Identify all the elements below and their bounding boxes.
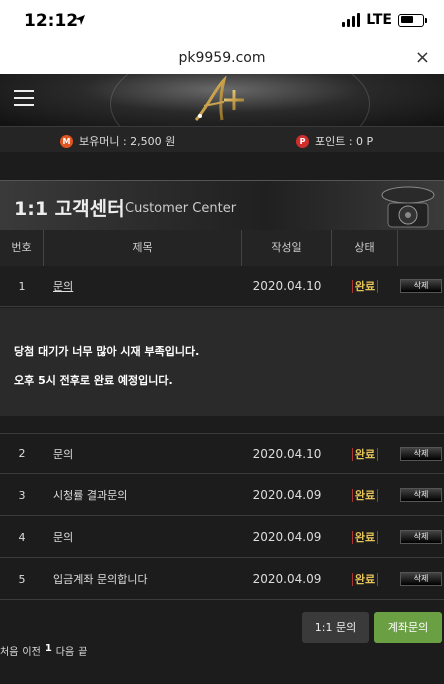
table-row[interactable]: 4 문의 2020.04.09 완료 삭제	[0, 517, 444, 558]
row-date: 2020.04.09	[252, 530, 322, 544]
header-delete	[398, 230, 444, 266]
money-label: 보유머니 : 2,500 원	[79, 135, 176, 148]
delete-button[interactable]: 삭제	[400, 446, 442, 461]
customer-center-banner: 1:1 고객센터 Customer Center	[0, 180, 444, 230]
network-type: LTE	[366, 12, 392, 28]
header-status: 상태	[332, 230, 398, 266]
row-subject[interactable]: 문의	[44, 278, 242, 294]
answer-line: 오후 5시 전후로 완료 예정입니다.	[14, 374, 173, 387]
wallet-bar: M 보유머니 : 2,500 원 P 포인트 : 0 P	[0, 126, 444, 152]
answer-line: 당첨 대기가 너무 많아 시재 부족입니다.	[14, 345, 200, 358]
clock: 12:12	[24, 11, 79, 31]
pager-first[interactable]: 처음	[0, 643, 18, 658]
table-row[interactable]: 2 문의 2020.04.10 완료 삭제	[0, 433, 444, 474]
telephone-icon	[381, 186, 435, 228]
table-header: 번호 제목 작성일 상태	[0, 230, 444, 266]
row-no: 4	[18, 530, 26, 544]
account-inquiry-button[interactable]: 계좌문의	[374, 612, 442, 643]
status-badge: 완료	[332, 446, 398, 462]
pager-prev[interactable]: 이전	[22, 643, 40, 658]
status-badge: 완료	[332, 487, 398, 503]
delete-button[interactable]: 삭제	[400, 530, 442, 544]
delete-button[interactable]: 삭제	[400, 279, 442, 293]
delete-button[interactable]: 삭제	[400, 488, 442, 502]
row-no: 2	[18, 447, 26, 460]
signal-icon	[342, 13, 361, 27]
money-icon: M	[60, 134, 73, 148]
location-arrow-icon	[75, 15, 85, 25]
table-row[interactable]: 3 시청률 결과문의 2020.04.09 완료 삭제	[0, 475, 444, 516]
site-logo-icon[interactable]	[190, 76, 250, 124]
money-balance: M 보유머니 : 2,500 원	[60, 133, 175, 149]
status-bar: 12:12 LTE	[0, 0, 444, 42]
header-date: 작성일	[242, 230, 332, 266]
row-date: 2020.04.10	[252, 446, 322, 461]
status-badge: 완료	[332, 529, 398, 545]
points-label: 포인트 : 0 P	[315, 135, 374, 148]
pagination: 처음 이전 1 다음 끝	[0, 643, 87, 658]
row-date: 2020.04.09	[252, 488, 322, 502]
header-subject: 제목	[44, 230, 242, 266]
pager-next[interactable]: 다음	[56, 643, 74, 658]
battery-icon	[398, 13, 427, 27]
pager-current[interactable]: 1	[45, 643, 52, 658]
site-header	[0, 74, 444, 126]
row-date: 2020.04.10	[252, 279, 322, 293]
row-no: 3	[18, 488, 26, 502]
delete-button[interactable]: 삭제	[400, 572, 442, 586]
url-bar: pk9959.com ×	[0, 42, 444, 74]
page-title: 1:1 고객센터	[14, 198, 125, 220]
row-subject[interactable]: 문의	[44, 529, 242, 545]
row-subject[interactable]: 시청률 결과문의	[44, 487, 242, 503]
points-balance: P 포인트 : 0 P	[296, 133, 373, 149]
row-subject[interactable]: 입금계좌 문의합니다	[44, 571, 242, 587]
status-icons: LTE	[342, 12, 427, 28]
row-subject[interactable]: 문의	[44, 446, 242, 462]
inquiry-button[interactable]: 1:1 문의	[302, 612, 369, 643]
answer-panel: 당첨 대기가 너무 많아 시재 부족입니다. 오후 5시 전후로 완료 예정입니…	[0, 308, 444, 416]
status-badge: 완료	[332, 278, 398, 294]
row-date: 2020.04.09	[252, 572, 322, 586]
pager-last[interactable]: 끝	[78, 643, 87, 658]
header-no: 번호	[0, 230, 44, 266]
table-row[interactable]: 1 문의 2020.04.10 완료 삭제	[0, 266, 444, 307]
row-no: 5	[18, 572, 26, 586]
points-icon: P	[296, 134, 309, 148]
row-no: 1	[18, 279, 26, 293]
close-icon[interactable]: ×	[415, 47, 430, 68]
menu-icon[interactable]	[14, 90, 34, 106]
page-subtitle: Customer Center	[125, 201, 237, 216]
status-badge: 완료	[332, 571, 398, 587]
spacer	[0, 152, 444, 180]
url-text[interactable]: pk9959.com	[0, 50, 444, 66]
table-row[interactable]: 5 입금계좌 문의합니다 2020.04.09 완료 삭제	[0, 559, 444, 600]
